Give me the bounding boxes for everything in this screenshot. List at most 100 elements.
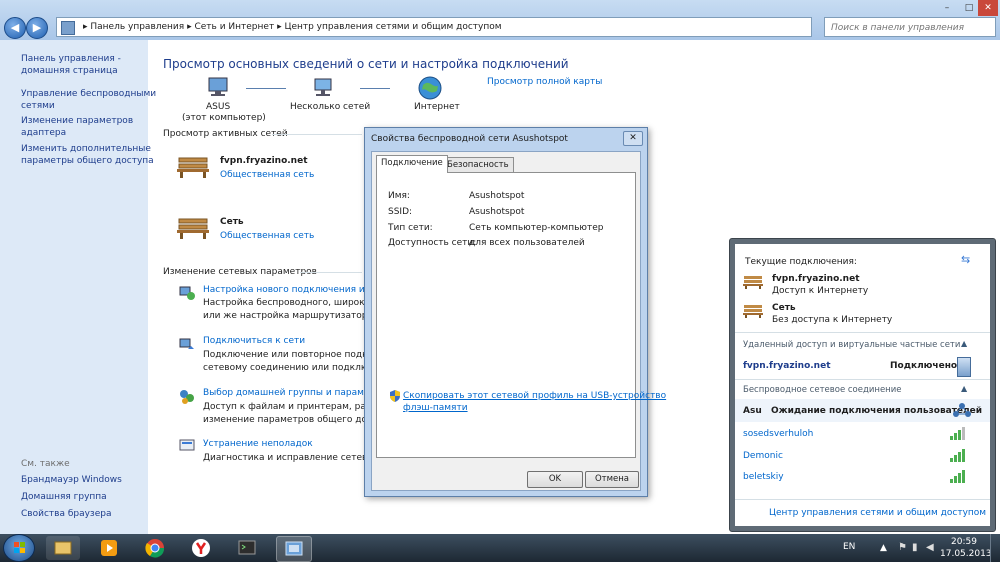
sidebar-sharing-link[interactable]: Изменить дополнительные	[21, 143, 151, 155]
change-settings-header: Изменение сетевых параметров	[163, 267, 317, 277]
chrome-taskbar-icon[interactable]	[138, 536, 172, 560]
console-taskbar-icon[interactable]	[230, 536, 264, 560]
maximize-button[interactable]: □	[958, 0, 980, 16]
multi-network-label: Несколько сетей	[290, 102, 371, 112]
see-also-firewall-link[interactable]: Брандмауэр Windows	[21, 474, 122, 486]
tray-expand-icon[interactable]: ▲	[880, 543, 887, 553]
sidebar-home-link-cont[interactable]: домашняя страница	[21, 65, 118, 77]
clock-date[interactable]: 17.05.2013	[940, 549, 992, 559]
network-center-link[interactable]: Центр управления сетями и общим доступом	[769, 508, 986, 518]
cancel-button[interactable]: Отмена	[585, 471, 639, 488]
computer-sublabel: (этот компьютер)	[182, 113, 266, 123]
task-new-connection-link[interactable]: Настройка нового подключения или се	[203, 285, 390, 295]
task-troubleshoot-link[interactable]: Устранение неполадок	[203, 439, 313, 449]
media-player-taskbar-icon[interactable]	[92, 536, 126, 560]
signal-bars-icon	[950, 448, 968, 465]
control-panel-taskbar-icon[interactable]	[276, 536, 312, 562]
field-label: Доступность сети:	[388, 238, 477, 248]
globe-icon	[418, 76, 442, 100]
field-value: Asushotspot	[469, 207, 525, 217]
field-value: для всех пользователей	[469, 238, 585, 248]
task-homegroup-link[interactable]: Выбор домашней группы и параметров	[203, 388, 391, 398]
show-desktop-button[interactable]	[990, 534, 1000, 562]
sidebar-adapter-link[interactable]: Изменение параметров	[21, 115, 133, 127]
bench-icon	[177, 152, 209, 178]
field-label: Тип сети:	[388, 223, 433, 233]
map-connector	[246, 88, 286, 89]
address-bar[interactable]: ▸ Панель управления ▸ Сеть и Интернет ▸ …	[56, 17, 812, 37]
task-connect-link[interactable]: Подключиться к сети	[203, 336, 305, 346]
crumb-network-internet[interactable]: Сеть и Интернет	[194, 22, 274, 32]
shield-icon	[390, 390, 400, 402]
network-type-link[interactable]: Общественная сеть	[220, 170, 314, 180]
sidebar-sharing-link-cont[interactable]: параметры общего доступа	[21, 155, 154, 167]
flyout-panel: Текущие подключения: ⇆ fvpn.fryazino.net…	[735, 244, 990, 526]
collapse-icon[interactable]: ▲	[961, 339, 967, 348]
wifi-network-item[interactable]: sosedsverhuloh	[743, 429, 813, 439]
language-indicator[interactable]: EN	[843, 542, 855, 552]
wifi-network-item[interactable]: beletskiy	[743, 472, 784, 482]
dialog-title: Свойства беспроводной сети Asushotspot	[371, 134, 568, 144]
copy-profile-link-cont[interactable]: флэш-памяти	[403, 403, 468, 413]
network-tray-icon[interactable]: ▮	[912, 542, 918, 553]
dialog-close-button[interactable]: ✕	[623, 131, 643, 146]
action-center-icon[interactable]: ⚑	[898, 542, 907, 553]
start-button[interactable]	[3, 534, 35, 562]
minimize-button[interactable]: –	[936, 0, 958, 16]
back-button[interactable]: ◀	[4, 17, 26, 39]
sidebar-adapter-link-cont[interactable]: адаптера	[21, 127, 66, 139]
see-also-browser-link[interactable]: Свойства браузера	[21, 508, 111, 520]
map-connector	[360, 88, 390, 89]
control-panel-icon	[61, 21, 75, 35]
vpn-section-header[interactable]: Удаленный доступ и виртуальные частные с…	[743, 340, 960, 350]
signal-bars-icon	[950, 469, 968, 486]
breadcrumb: ▸ Панель управления ▸ Сеть и Интернет ▸ …	[83, 22, 502, 32]
troubleshoot-icon	[179, 439, 195, 453]
network-type-link[interactable]: Общественная сеть	[220, 231, 314, 241]
copy-profile-link[interactable]: Скопировать этот сетевой профиль на USB-…	[403, 391, 666, 401]
collapse-icon[interactable]: ▲	[961, 384, 967, 393]
current-connections-header: Текущие подключения:	[745, 257, 857, 267]
refresh-icon[interactable]: ⇆	[961, 253, 970, 266]
homegroup-icon	[179, 389, 195, 405]
sidebar-wireless-link[interactable]: Управление беспроводными	[21, 88, 156, 100]
flyout-divider	[735, 499, 990, 500]
active-networks-header: Просмотр активных сетей	[163, 129, 288, 139]
search-box[interactable]	[824, 17, 996, 37]
signal-bars-icon	[950, 426, 968, 443]
vpn-name[interactable]: fvpn.fryazino.net	[743, 361, 831, 371]
close-button[interactable]: ✕	[978, 0, 998, 16]
connection-status: Без доступа к Интернету	[772, 315, 893, 325]
connection-name: Сеть	[772, 303, 796, 313]
tab-connection[interactable]: Подключение	[376, 155, 448, 173]
ok-button[interactable]: OK	[527, 471, 583, 488]
connection-status: Доступ к Интернету	[772, 286, 869, 296]
clock-time[interactable]: 20:59	[951, 537, 977, 547]
adhoc-network-icon	[952, 402, 972, 418]
network-name: fvpn.fryazino.net	[220, 156, 308, 166]
task-description: сетевому соединению или подключени	[203, 363, 391, 373]
task-description: Настройка беспроводного, широкопол	[203, 298, 388, 308]
sidebar-home-link[interactable]: Панель управления -	[21, 53, 121, 65]
yandex-browser-taskbar-icon[interactable]	[184, 536, 218, 560]
wireless-section-header[interactable]: Беспроводное сетевое соединение	[743, 385, 902, 395]
explorer-taskbar-icon[interactable]	[46, 536, 80, 560]
crumb-control-panel[interactable]: Панель управления	[90, 22, 184, 32]
bench-icon	[177, 213, 209, 239]
sidebar-wireless-link-cont[interactable]: сетями	[21, 100, 55, 112]
tab-security[interactable]: Безопасность	[442, 157, 514, 172]
forward-button[interactable]: ▶	[26, 17, 48, 39]
full-map-link[interactable]: Просмотр полной карты	[487, 77, 602, 87]
bench-icon	[743, 273, 763, 289]
crumb-network-center[interactable]: Центр управления сетями и общим доступом	[284, 22, 501, 32]
computer-label: ASUS	[206, 102, 231, 112]
internet-label: Интернет	[414, 102, 460, 112]
flyout-divider	[735, 379, 990, 380]
see-also-homegroup-link[interactable]: Домашняя группа	[21, 491, 107, 503]
wireless-current-name: Asu	[743, 406, 762, 416]
sidebar: Панель управления - домашняя страница Уп…	[0, 40, 156, 540]
field-label: SSID:	[388, 207, 413, 217]
volume-icon[interactable]: ◀	[926, 542, 934, 553]
wifi-network-item[interactable]: Demonic	[743, 451, 783, 461]
search-input[interactable]	[829, 19, 983, 37]
